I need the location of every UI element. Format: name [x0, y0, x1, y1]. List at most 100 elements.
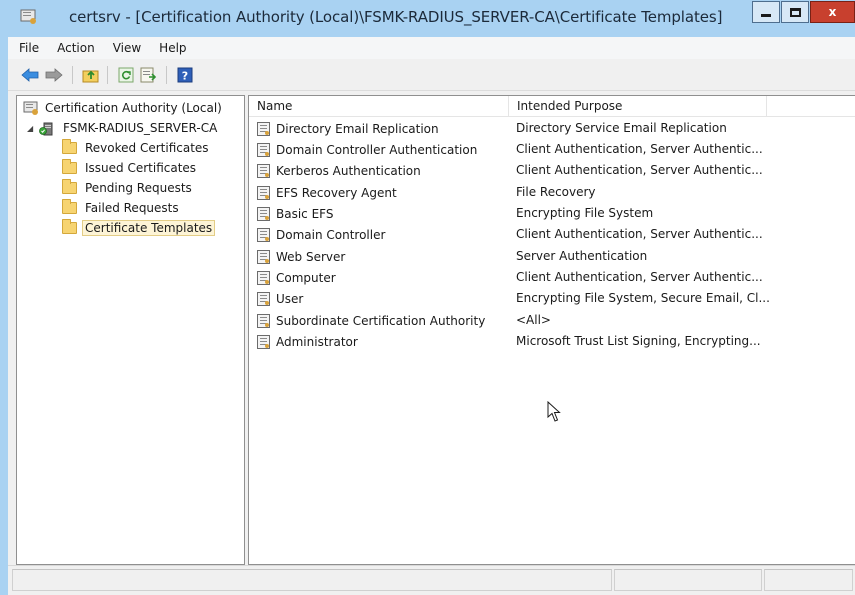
certsrv-app-icon[interactable] [20, 9, 38, 25]
back-arrow-icon [21, 68, 39, 82]
status-bar [8, 565, 855, 595]
toolbar-separator [72, 66, 73, 84]
folder-icon [62, 159, 77, 174]
certificate-template-icon [257, 121, 270, 136]
certificate-template-icon [257, 185, 270, 200]
tree-item-issued-certificates[interactable]: Issued Certificates [62, 159, 199, 177]
ca-server-icon [39, 122, 53, 135]
folder-icon [62, 179, 77, 194]
list-item[interactable]: Administrator Microsoft Trust List Signi… [249, 331, 855, 352]
list-item[interactable]: Domain Controller Authentication Client … [249, 139, 855, 160]
status-segment [614, 569, 762, 591]
mouse-pointer-icon [547, 401, 561, 422]
template-name: Basic EFS [276, 206, 334, 221]
menu-help[interactable]: Help [150, 38, 195, 58]
console-tree[interactable]: Certification Authority (Local) ◢ FSMK-R… [16, 95, 245, 565]
tree-item-label: Certificate Templates [82, 220, 216, 236]
template-purpose: Client Authentication, Server Authentic.… [516, 142, 763, 156]
list-item[interactable]: User Encrypting File System, Secure Emai… [249, 288, 855, 309]
minimize-button[interactable] [752, 1, 780, 23]
certificate-template-icon [257, 227, 270, 242]
list-item[interactable]: EFS Recovery Agent File Recovery [249, 182, 855, 203]
menu-action[interactable]: Action [48, 38, 104, 58]
template-name: Domain Controller [276, 227, 386, 242]
template-name: Directory Email Replication [276, 121, 439, 136]
template-purpose: Microsoft Trust List Signing, Encrypting… [516, 334, 761, 348]
certificate-template-icon [257, 270, 270, 285]
tree-item-label: Revoked Certificates [85, 141, 209, 155]
template-name: Computer [276, 270, 336, 285]
template-purpose: Client Authentication, Server Authentic.… [516, 163, 763, 177]
collapse-arrow-icon[interactable]: ◢ [27, 124, 37, 133]
app-window: certsrv - [Certification Authority (Loca… [0, 0, 855, 595]
forward-button[interactable] [44, 65, 64, 85]
certificate-template-icon [257, 206, 270, 221]
tree-item-certificate-templates[interactable]: Certificate Templates [62, 219, 216, 237]
tree-item-revoked-certificates[interactable]: Revoked Certificates [62, 139, 212, 157]
close-button[interactable]: x [810, 1, 855, 23]
tree-item-label: Issued Certificates [85, 161, 197, 175]
tree-item-label: Failed Requests [85, 201, 179, 215]
help-button[interactable]: ? [175, 65, 195, 85]
status-segment [764, 569, 853, 591]
results-list[interactable]: Name Intended Purpose Directory Email Re… [248, 95, 855, 565]
folder-icon [62, 199, 77, 214]
template-purpose: Directory Service Email Replication [516, 121, 727, 135]
menu-view[interactable]: View [104, 38, 150, 58]
template-name: User [276, 291, 304, 306]
maximize-button[interactable] [781, 1, 809, 23]
certificate-template-icon [257, 142, 270, 157]
toolbar-separator [107, 66, 108, 84]
svg-text:?: ? [182, 70, 188, 83]
forward-arrow-icon [45, 68, 63, 82]
folder-icon [62, 139, 77, 154]
status-segment [12, 569, 612, 591]
refresh-icon [118, 67, 134, 83]
template-purpose: Encrypting File System [516, 206, 654, 220]
certification-authority-icon [23, 101, 38, 115]
list-item[interactable]: Subordinate Certification Authority <All… [249, 310, 855, 331]
client-area: File Action View Help ? Certification Au… [8, 37, 855, 595]
certificate-template-icon [257, 313, 270, 328]
title-bar[interactable]: certsrv - [Certification Authority (Loca… [0, 0, 855, 37]
folder-icon [62, 219, 77, 234]
tree-item-failed-requests[interactable]: Failed Requests [62, 199, 182, 217]
close-icon: x [828, 5, 837, 19]
template-purpose: Client Authentication, Server Authentic.… [516, 270, 763, 284]
tree-item-pending-requests[interactable]: Pending Requests [62, 179, 195, 197]
tree-ca-node[interactable]: ◢ FSMK-RADIUS_SERVER-CA [27, 119, 220, 137]
template-name: Kerberos Authentication [276, 163, 421, 178]
tree-ca-label: FSMK-RADIUS_SERVER-CA [63, 121, 218, 135]
tree-root[interactable]: Certification Authority (Local) [23, 99, 225, 117]
export-list-button[interactable] [139, 65, 159, 85]
list-item[interactable]: Kerberos Authentication Client Authentic… [249, 160, 855, 181]
maximize-icon [789, 7, 801, 17]
template-name: Subordinate Certification Authority [276, 313, 486, 328]
list-item[interactable]: Basic EFS Encrypting File System [249, 203, 855, 224]
back-button[interactable] [20, 65, 40, 85]
list-item[interactable]: Computer Client Authentication, Server A… [249, 267, 855, 288]
minimize-icon [761, 13, 771, 17]
template-name: Administrator [276, 334, 358, 349]
window-title: certsrv - [Certification Authority (Loca… [69, 8, 723, 26]
tree-item-label: Pending Requests [85, 181, 192, 195]
list-item[interactable]: Web Server Server Authentication [249, 246, 855, 267]
up-one-level-button[interactable] [81, 65, 101, 85]
menu-file[interactable]: File [8, 38, 48, 58]
refresh-button[interactable] [116, 65, 136, 85]
help-icon: ? [177, 67, 193, 83]
list-item[interactable]: Directory Email Replication Directory Se… [249, 118, 855, 139]
column-header-name[interactable]: Name [249, 96, 509, 117]
tree-root-label: Certification Authority (Local) [45, 101, 222, 115]
list-item[interactable]: Domain Controller Client Authentication,… [249, 224, 855, 245]
toolbar-separator [166, 66, 167, 84]
list-header: Name Intended Purpose [249, 96, 855, 117]
column-header-intended-purpose[interactable]: Intended Purpose [509, 96, 767, 117]
template-name: Domain Controller Authentication [276, 142, 478, 157]
certificate-template-icon [257, 249, 270, 264]
certificate-template-icon [257, 291, 270, 306]
template-purpose: File Recovery [516, 185, 596, 199]
certificate-template-icon [257, 334, 270, 349]
export-list-icon [140, 67, 157, 83]
certificate-template-icon [257, 163, 270, 178]
